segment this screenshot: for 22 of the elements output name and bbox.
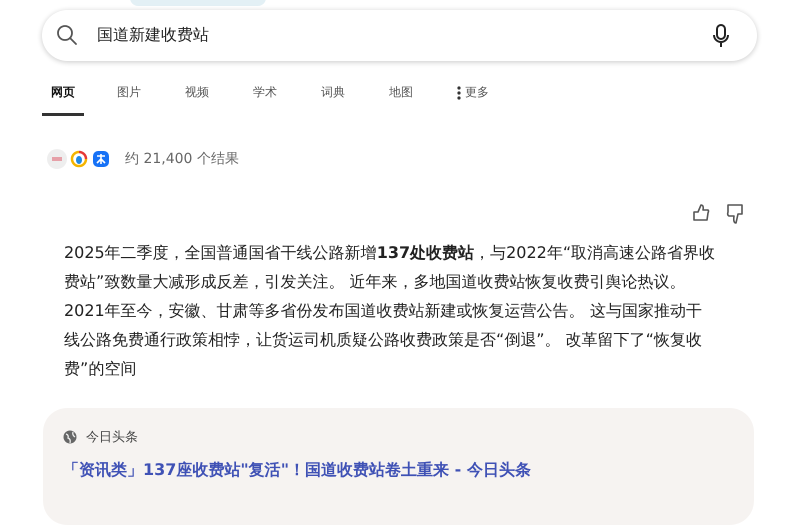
more-icon bbox=[457, 86, 461, 100]
site-logo-icon bbox=[69, 149, 89, 169]
tab[interactable]: 网页 bbox=[42, 76, 84, 116]
source-card[interactable]: 今日头条 「资讯类」137座收费站"复活"！国道收费站卷土重来 - 今日头条 bbox=[43, 408, 754, 525]
tab[interactable]: 视频 bbox=[185, 76, 211, 116]
microphone-icon[interactable] bbox=[712, 24, 730, 48]
thumbs-up-icon[interactable] bbox=[691, 203, 711, 223]
site-logo-icon bbox=[47, 149, 67, 169]
tab[interactable]: 词典 bbox=[321, 76, 347, 116]
result-link[interactable]: 「资讯类」137座收费站"复活"！国道收费站卷土重来 - 今日头条 bbox=[63, 460, 531, 481]
search-input[interactable]: 国道新建收费站 bbox=[97, 26, 712, 45]
tab[interactable]: 地图 bbox=[389, 76, 415, 116]
result-count: 约 21,400 个结果 bbox=[125, 150, 239, 168]
tab[interactable]: 更多 bbox=[457, 76, 489, 116]
tab[interactable]: 学术 bbox=[253, 76, 279, 116]
globe-icon bbox=[63, 430, 77, 444]
site-logo-icon bbox=[91, 149, 111, 169]
thumbs-down-icon[interactable] bbox=[725, 203, 745, 225]
source-name: 今日头条 bbox=[86, 429, 138, 446]
answer-paragraph: 2025年二季度，全国普通国省干线公路新增137处收费站，与2022年“取消高速公路省界收费站”致数量大减形成反差，引发关注。 近年来，多地国道收费站恢复收费引舆论热议。 2021年至今，安徽、甘肃等多省份发布国道收费站新建或恢复运营公告。 这与国家推动干线公路免费通行政策相悖，让货运司机质疑公路收费政策是否“倒退”。 改革留下了“恢复收费”的空间 bbox=[64, 242, 716, 380]
tab[interactable]: 图片 bbox=[117, 76, 143, 116]
search-icon bbox=[56, 24, 78, 46]
